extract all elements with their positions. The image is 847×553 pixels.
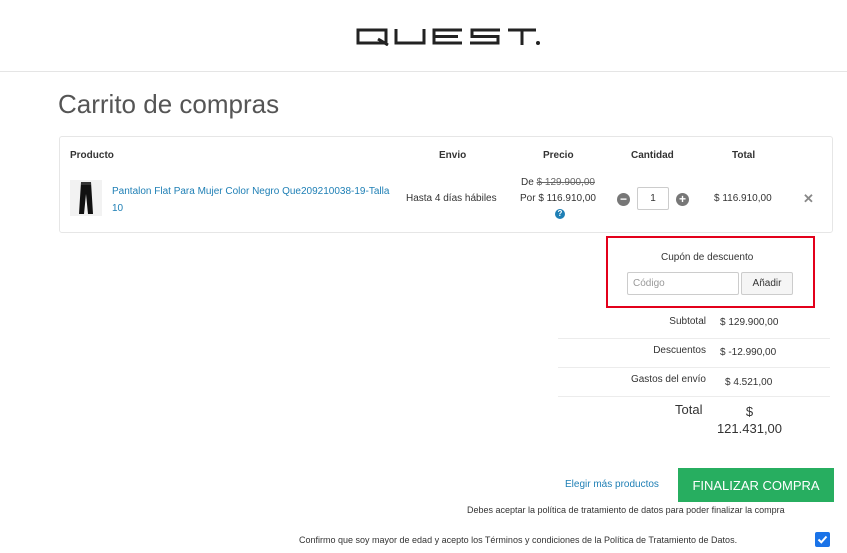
close-icon[interactable]: ✕	[803, 191, 814, 207]
summary-divider	[558, 367, 830, 368]
header-precio: Precio	[543, 150, 574, 161]
checkout-button[interactable]: FINALIZAR COMPRA	[678, 468, 834, 502]
total-value: $ 121.431,00	[716, 404, 783, 436]
checkmark-icon	[817, 535, 828, 544]
discount-value: $ -12.990,00	[720, 347, 777, 358]
price-prefix: De	[521, 177, 534, 188]
shipping-value: $ 4.521,00	[725, 377, 773, 388]
total-label: Total	[675, 402, 703, 417]
continue-shopping-link[interactable]: Elegir más productos	[565, 479, 659, 490]
page-title: Carrito de compras	[58, 89, 280, 119]
quest-logo[interactable]	[356, 28, 541, 46]
coupon-input[interactable]	[627, 272, 739, 295]
header-cantidad: Cantidad	[631, 150, 674, 161]
header-producto: Producto	[70, 150, 114, 161]
row-total: $ 116.910,00	[714, 193, 772, 204]
shipping-time: Hasta 4 días hábiles	[406, 193, 497, 204]
summary-divider	[558, 396, 830, 397]
discount-label: Descuentos	[653, 345, 706, 356]
plus-circle-icon[interactable]: +	[676, 193, 689, 206]
header-total: Total	[732, 150, 756, 161]
product-name-link[interactable]: Pantalon Flat Para Mujer Color Negro Que…	[112, 183, 392, 217]
header-envio: Envio	[439, 150, 467, 161]
coupon-title: Cupón de descuento	[661, 252, 754, 263]
price-original: De $ 129.900,00	[521, 177, 595, 188]
policy-note: Debes aceptar la política de tratamiento…	[467, 505, 785, 515]
subtotal-value: $ 129.900,00	[720, 317, 779, 328]
apply-coupon-button[interactable]: Añadir	[741, 272, 793, 295]
product-thumbnail[interactable]	[70, 180, 102, 216]
price-old-value: $ 129.900,00	[536, 177, 595, 188]
shipping-label: Gastos del envío	[630, 374, 706, 385]
question-circle-icon[interactable]: ?	[555, 209, 565, 219]
confirm-text: Confirmo que soy mayor de edad y acepto …	[299, 535, 738, 545]
summary-divider	[558, 338, 830, 339]
price-discounted: Por $ 116.910,00	[520, 193, 596, 204]
site-header	[0, 0, 847, 72]
terms-checkbox[interactable]	[815, 532, 830, 547]
subtotal-label: Subtotal	[669, 316, 706, 327]
minus-circle-icon[interactable]: −	[617, 193, 630, 206]
quantity-input[interactable]	[637, 187, 669, 210]
